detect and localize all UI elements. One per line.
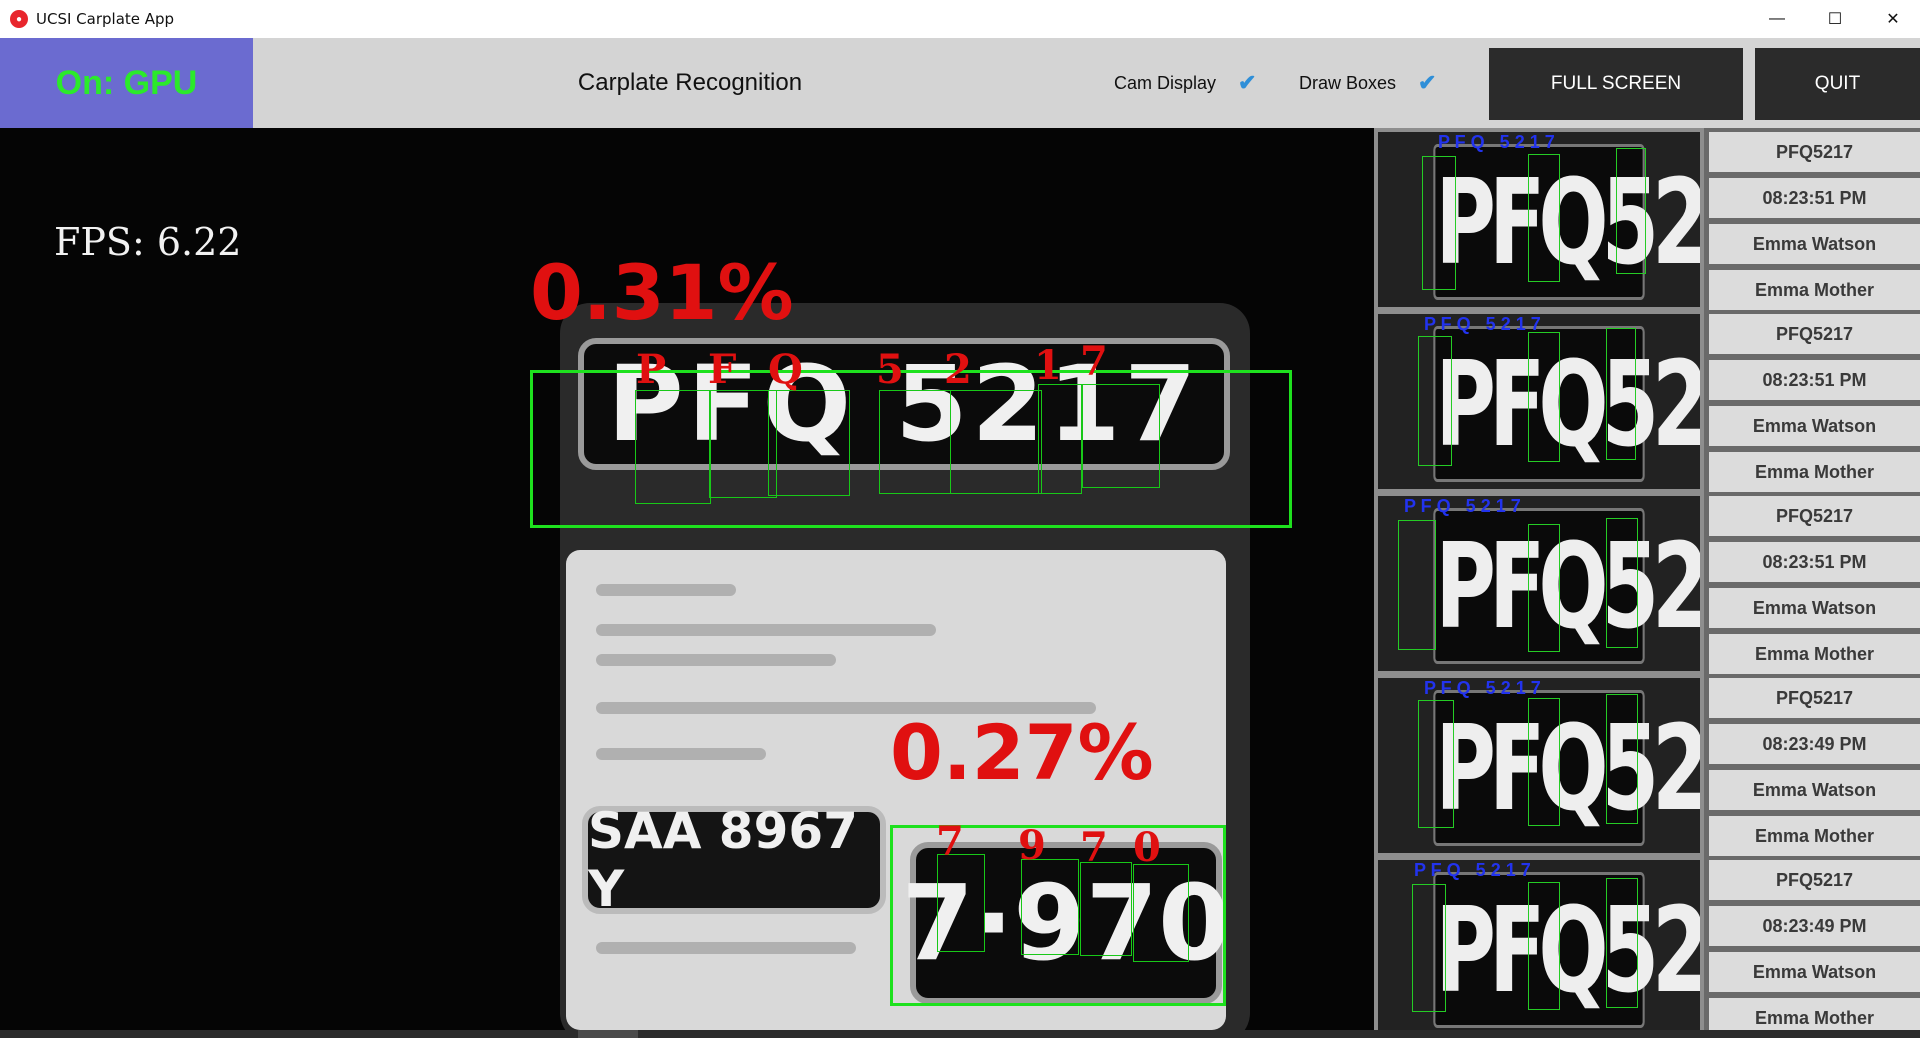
plate-number-cell: PFQ5217 bbox=[1709, 132, 1920, 172]
close-button[interactable]: ✕ bbox=[1864, 0, 1920, 38]
thumbnail-char-label: P F Q 5 2 1 7 bbox=[1424, 314, 1541, 334]
char-box bbox=[768, 390, 850, 496]
char-box bbox=[1021, 859, 1079, 955]
thumbnail-char-label: P F Q 5 2 1 7 bbox=[1424, 678, 1541, 698]
screen-text-line bbox=[596, 624, 936, 636]
char-box bbox=[950, 390, 1042, 494]
char-box bbox=[1080, 862, 1132, 956]
scrollbar-thumb[interactable] bbox=[578, 1030, 638, 1038]
owner-name-cell: Emma Watson bbox=[1709, 952, 1920, 992]
screen-text-line bbox=[596, 584, 736, 596]
minimize-button[interactable]: — bbox=[1748, 0, 1806, 38]
thumbnail-char-box bbox=[1528, 332, 1560, 462]
thumbnail-char-label: P F Q 5 2 1 7 bbox=[1438, 132, 1555, 152]
cam-display-label: Cam Display bbox=[1114, 72, 1217, 93]
owner-name-cell: Emma Mother bbox=[1709, 816, 1920, 856]
background-plate: SAA 8967 Y bbox=[582, 802, 886, 918]
char-label: 7 bbox=[936, 818, 964, 865]
fps-readout: FPS: 6.22 bbox=[54, 220, 242, 264]
char-label: 1 bbox=[1034, 342, 1062, 389]
thumbnail-char-box bbox=[1528, 154, 1560, 282]
thumbnail-char-box bbox=[1616, 148, 1646, 274]
thumbnail-char-box bbox=[1398, 520, 1436, 650]
plate-number-cell: PFQ5217 bbox=[1709, 496, 1920, 536]
char-box bbox=[1038, 384, 1082, 494]
quit-button[interactable]: QUIT bbox=[1755, 48, 1920, 120]
plate-number-cell: PFQ5217 bbox=[1709, 678, 1920, 718]
char-label: 5 bbox=[876, 346, 904, 393]
char-label: 9 bbox=[1018, 822, 1046, 869]
owner-name-cell: Emma Mother bbox=[1709, 270, 1920, 310]
time-cell: 08:23:51 PM bbox=[1709, 360, 1920, 400]
owner-name-cell: Emma Watson bbox=[1709, 588, 1920, 628]
page-title: Carplate Recognition bbox=[577, 69, 803, 96]
history-thumbnails: PFQ5217 P F Q 5 2 1 7 PFQ5217 P F Q 5 2 … bbox=[1374, 128, 1704, 1035]
thumbnail-char-box bbox=[1528, 882, 1560, 1010]
cam-display-check-icon[interactable]: ✔ bbox=[1238, 70, 1256, 96]
thumbnail-char-box bbox=[1418, 336, 1452, 466]
char-box bbox=[879, 390, 951, 494]
thumbnail-char-label: P F Q 5 2 1 7 bbox=[1404, 496, 1521, 516]
char-label: 2 bbox=[944, 346, 972, 393]
thumbnail-char-label: P F Q 5 2 1 7 bbox=[1414, 860, 1531, 880]
owner-name-cell: Emma Watson bbox=[1709, 224, 1920, 264]
thumbnail-char-box bbox=[1606, 518, 1638, 648]
top-toolbar: On: GPU Carplate Recognition Cam Display… bbox=[0, 38, 1920, 128]
char-label: 7 bbox=[1080, 824, 1108, 871]
cam-display-toggle[interactable]: Cam Display ✔ bbox=[1114, 38, 1256, 128]
char-label: 7 bbox=[1080, 338, 1108, 385]
screen-text-line bbox=[596, 654, 836, 666]
window-title: UCSI Carplate App bbox=[36, 10, 175, 28]
title-bar: ● UCSI Carplate App — ☐ ✕ bbox=[0, 0, 1920, 38]
char-label: F bbox=[708, 346, 737, 393]
owner-name-cell: Emma Mother bbox=[1709, 634, 1920, 674]
history-thumbnail[interactable]: PFQ5217 P F Q 5 2 1 7 bbox=[1378, 496, 1700, 671]
history-thumbnail[interactable]: PFQ5217 P F Q 5 2 1 7 bbox=[1378, 678, 1700, 853]
char-box bbox=[1082, 384, 1160, 488]
thumbnail-char-box bbox=[1412, 884, 1446, 1012]
draw-boxes-label: Draw Boxes bbox=[1299, 72, 1397, 93]
screen-text-line bbox=[596, 942, 856, 954]
time-cell: 08:23:51 PM bbox=[1709, 542, 1920, 582]
thumbnail-char-box bbox=[1606, 878, 1638, 1008]
char-label: Q bbox=[768, 346, 803, 393]
maximize-button[interactable]: ☐ bbox=[1806, 0, 1864, 38]
plate-number-cell: PFQ5217 bbox=[1709, 314, 1920, 354]
draw-boxes-toggle[interactable]: Draw Boxes ✔ bbox=[1299, 38, 1436, 128]
confidence-label: 0.31% bbox=[530, 248, 794, 337]
time-cell: 08:23:49 PM bbox=[1709, 724, 1920, 764]
char-box bbox=[1133, 864, 1189, 962]
device-status-badge: On: GPU bbox=[0, 38, 253, 128]
char-box bbox=[937, 854, 985, 952]
history-thumbnail[interactable]: PFQ5217 P F Q 5 2 1 7 bbox=[1378, 132, 1700, 307]
history-thumbnail[interactable]: PFQ5217 P F Q 5 2 1 7 bbox=[1378, 314, 1700, 489]
owner-name-cell: Emma Mother bbox=[1709, 452, 1920, 492]
char-box bbox=[709, 390, 777, 498]
thumbnail-char-box bbox=[1606, 694, 1638, 824]
time-cell: 08:23:49 PM bbox=[1709, 906, 1920, 946]
confidence-label: 0.27% bbox=[890, 708, 1154, 797]
plate-number-cell: PFQ5217 bbox=[1709, 860, 1920, 900]
thumbnail-char-box bbox=[1528, 524, 1560, 652]
owner-name-cell: Emma Watson bbox=[1709, 770, 1920, 810]
char-box bbox=[635, 390, 711, 504]
char-label: 0 bbox=[1133, 824, 1161, 871]
full-screen-button[interactable]: FULL SCREEN bbox=[1489, 48, 1743, 120]
history-thumbnail[interactable]: PFQ5217 P F Q 5 2 1 7 bbox=[1378, 860, 1700, 1035]
owner-name-cell: Emma Watson bbox=[1709, 406, 1920, 446]
draw-boxes-check-icon[interactable]: ✔ bbox=[1418, 70, 1436, 96]
history-info-panel: PFQ5217 08:23:51 PM Emma Watson Emma Mot… bbox=[1704, 128, 1920, 1038]
thumbnail-char-box bbox=[1606, 328, 1636, 460]
thumbnail-char-box bbox=[1418, 700, 1454, 828]
char-label: P bbox=[636, 346, 667, 393]
camera-feed: SAA 8967 Y PFQ 5217 7·970 FPS: 6.22 0.31… bbox=[0, 128, 1374, 1030]
app-logo-icon: ● bbox=[10, 10, 28, 28]
horizontal-scrollbar[interactable] bbox=[0, 1030, 1920, 1038]
thumbnail-char-box bbox=[1422, 156, 1456, 290]
time-cell: 08:23:51 PM bbox=[1709, 178, 1920, 218]
thumbnail-char-box bbox=[1528, 698, 1560, 826]
screen-text-line bbox=[596, 748, 766, 760]
